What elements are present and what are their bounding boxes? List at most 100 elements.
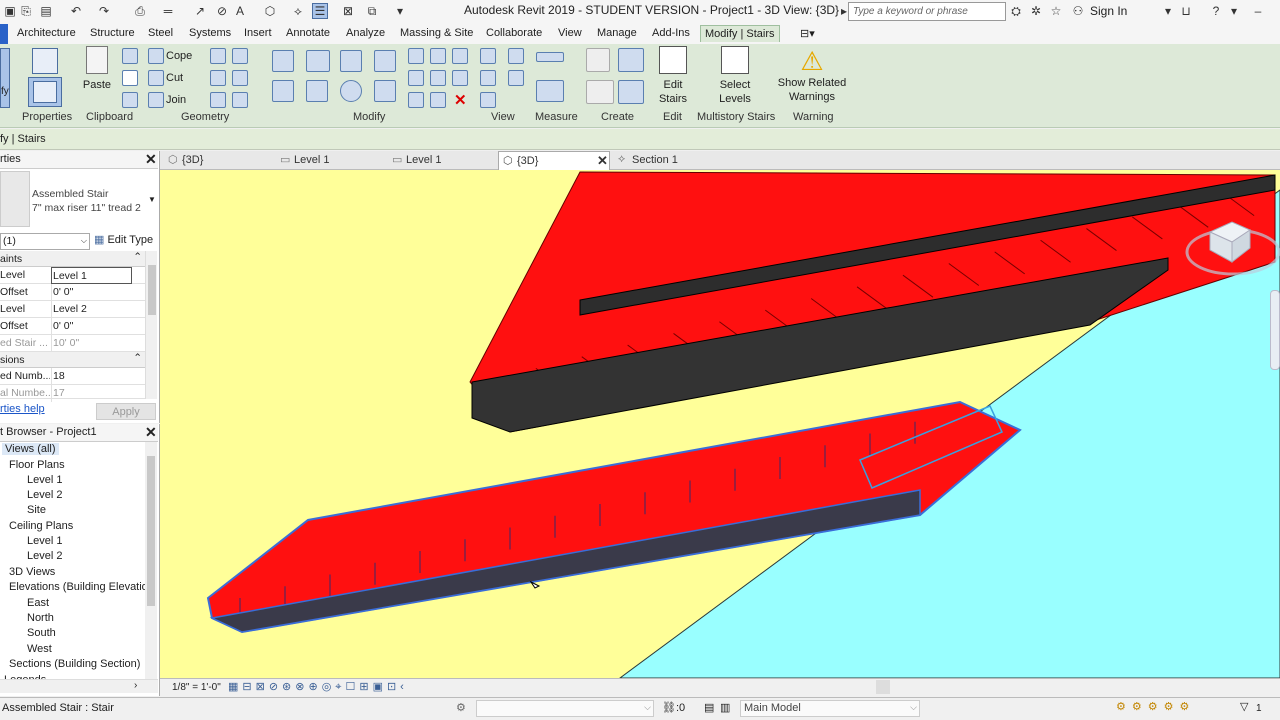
override-graphics-icon[interactable] — [508, 48, 524, 64]
app-menu-icon[interactable]: ▣ — [2, 3, 18, 19]
dimension-icon[interactable]: ↗ — [192, 3, 208, 19]
help-icon[interactable]: ? — [1208, 3, 1224, 19]
view-tab-level-1[interactable]: ▭ Level 1 — [276, 151, 384, 170]
switch-windows-icon[interactable]: ⧉ — [364, 3, 380, 19]
tab-collaborate[interactable]: Collaborate — [486, 27, 542, 39]
favorites-icon[interactable]: ☆ — [1048, 3, 1064, 19]
select-levels-button[interactable]: Select Levels — [712, 46, 758, 108]
offset-icon[interactable] — [306, 50, 330, 72]
model-canvas[interactable] — [160, 170, 1280, 678]
group-dimensions[interactable]: sions ⌃ — [0, 352, 145, 368]
text-icon[interactable]: A — [232, 3, 248, 19]
measure-between-icon[interactable] — [536, 52, 564, 62]
subscription-icon[interactable]: ✲ — [1028, 3, 1044, 19]
cut-geometry-icon[interactable] — [148, 70, 164, 86]
binoculars-icon[interactable]: ⛭ — [1008, 3, 1024, 19]
worksets-icon[interactable]: ⚙ — [456, 701, 466, 714]
apply-button[interactable]: Apply — [96, 403, 156, 420]
filter-view-icon[interactable] — [480, 92, 496, 108]
view-hscroll-thumb[interactable] — [876, 680, 890, 694]
scroll-right-icon[interactable]: › — [134, 680, 137, 691]
tree-item-level-2[interactable]: Level 2 — [27, 489, 62, 501]
properties-button[interactable] — [28, 77, 62, 107]
sign-in-link[interactable]: Sign In — [1090, 4, 1127, 18]
beam-column-joins-icon[interactable] — [210, 92, 226, 108]
close-tab-icon[interactable]: ✕ — [597, 153, 608, 169]
trim-single-icon[interactable] — [452, 70, 468, 86]
scrollbar-thumb[interactable] — [147, 456, 155, 606]
remove-paint-icon[interactable] — [232, 92, 248, 108]
section-icon[interactable]: ⟡ — [290, 3, 306, 19]
view-tab-section-1[interactable]: ⟡ Section 1 — [614, 151, 724, 170]
edit-stairs-button[interactable]: Edit Stairs — [654, 46, 692, 108]
save-icon[interactable]: ▤ — [38, 3, 54, 19]
cut-geometry-button[interactable]: Cut — [166, 72, 183, 84]
array-icon[interactable] — [452, 48, 468, 64]
print-icon[interactable]: ⎙ — [132, 3, 148, 19]
properties-help-link[interactable]: rties help — [0, 403, 45, 415]
type-selector[interactable]: Assembled Stair 7" max riser 11" tread 2 — [32, 187, 141, 215]
cope-icon[interactable] — [148, 48, 164, 64]
desired-risers-field[interactable]: 18 — [51, 368, 145, 385]
top-offset-field[interactable]: 0' 0" — [51, 318, 145, 335]
cope-button[interactable]: Cope — [166, 50, 192, 62]
type-selector-dropdown-icon[interactable]: ▼ — [148, 195, 156, 204]
wall-joins-icon[interactable] — [210, 48, 226, 64]
match-properties-icon[interactable] — [122, 92, 138, 108]
navigation-bar[interactable] — [1270, 290, 1280, 370]
close-properties-icon[interactable]: ✕ — [145, 151, 157, 168]
trim-extend-icon[interactable] — [374, 80, 396, 102]
rotate-icon[interactable] — [340, 80, 362, 102]
tab-insert[interactable]: Insert — [244, 27, 272, 39]
paste-button[interactable]: Paste — [80, 46, 114, 104]
cut-clipboard-icon[interactable] — [122, 70, 138, 86]
tree-item-east[interactable]: East — [27, 597, 49, 609]
view-tab-3d-1[interactable]: ⬡ {3D} — [164, 151, 272, 170]
help-dropdown-icon[interactable]: ▾ — [1226, 3, 1242, 19]
aligned-dimension-icon[interactable] — [536, 80, 564, 102]
user-icon[interactable]: ⚇ — [1070, 3, 1086, 19]
minimize-icon[interactable]: – — [1250, 3, 1266, 19]
join-icon[interactable] — [148, 92, 164, 108]
tree-item-site[interactable]: Site — [27, 504, 46, 516]
tree-item-level-1[interactable]: Level 1 — [27, 474, 62, 486]
tree-item-west[interactable]: West — [27, 643, 52, 655]
tree-item-floor-plans[interactable]: Floor Plans — [9, 459, 65, 471]
redo-icon[interactable]: ↷ — [96, 3, 112, 19]
browser-hscroll[interactable]: › — [0, 679, 158, 693]
create-similar-icon[interactable] — [618, 80, 644, 104]
mirror-axis-icon[interactable] — [340, 50, 362, 72]
tree-item-ceiling-plans[interactable]: Ceiling Plans — [9, 520, 73, 532]
join-button[interactable]: Join — [166, 94, 186, 106]
split-face-icon[interactable] — [232, 48, 248, 64]
tag-icon[interactable]: ⊘ — [214, 3, 230, 19]
tree-item-3d-views[interactable]: 3D Views — [9, 566, 55, 578]
view-tab-level-1b[interactable]: ▭ Level 1 — [388, 151, 496, 170]
create-group-icon[interactable] — [586, 80, 614, 104]
close-hidden-icon[interactable]: ⊠ — [340, 3, 356, 19]
3d-viewport[interactable] — [160, 170, 1280, 678]
open-icon[interactable]: ⎘ — [18, 3, 34, 19]
design-option-select[interactable]: Main Model ⌵ — [740, 700, 920, 717]
3d-view-icon[interactable]: ⬡ — [262, 3, 278, 19]
tab-systems[interactable]: Systems — [189, 27, 231, 39]
tab-annotate[interactable]: Annotate — [286, 27, 330, 39]
tab-view[interactable]: View — [558, 27, 582, 39]
exclude-options-icon[interactable]: ▥ — [720, 701, 730, 714]
trim-multiple-icon[interactable] — [408, 92, 424, 108]
tree-item-sections[interactable]: Sections (Building Section) — [9, 658, 140, 670]
cart-icon[interactable]: ⊔ — [1178, 3, 1194, 19]
view-scale[interactable]: 1/8" = 1'-0" — [172, 682, 221, 693]
scrollbar-thumb[interactable] — [148, 265, 156, 315]
undo-icon[interactable]: ↶ — [68, 3, 84, 19]
split-gap-icon[interactable] — [430, 48, 446, 64]
filter-icon[interactable]: ▽ — [1240, 700, 1248, 713]
editable-only-icon[interactable]: ⛓ — [662, 701, 676, 714]
customize-qat-icon[interactable]: ▾ — [392, 3, 408, 19]
edit-type-button[interactable]: ▦ Edit Type — [94, 233, 153, 246]
tree-item-north[interactable]: North — [27, 612, 54, 624]
search-input[interactable]: Type a keyword or phrase — [848, 2, 1006, 21]
selection-box-icon[interactable] — [508, 70, 524, 86]
group-constraints[interactable]: aints ⌃ — [0, 251, 145, 267]
tab-analyze[interactable]: Analyze — [346, 27, 385, 39]
